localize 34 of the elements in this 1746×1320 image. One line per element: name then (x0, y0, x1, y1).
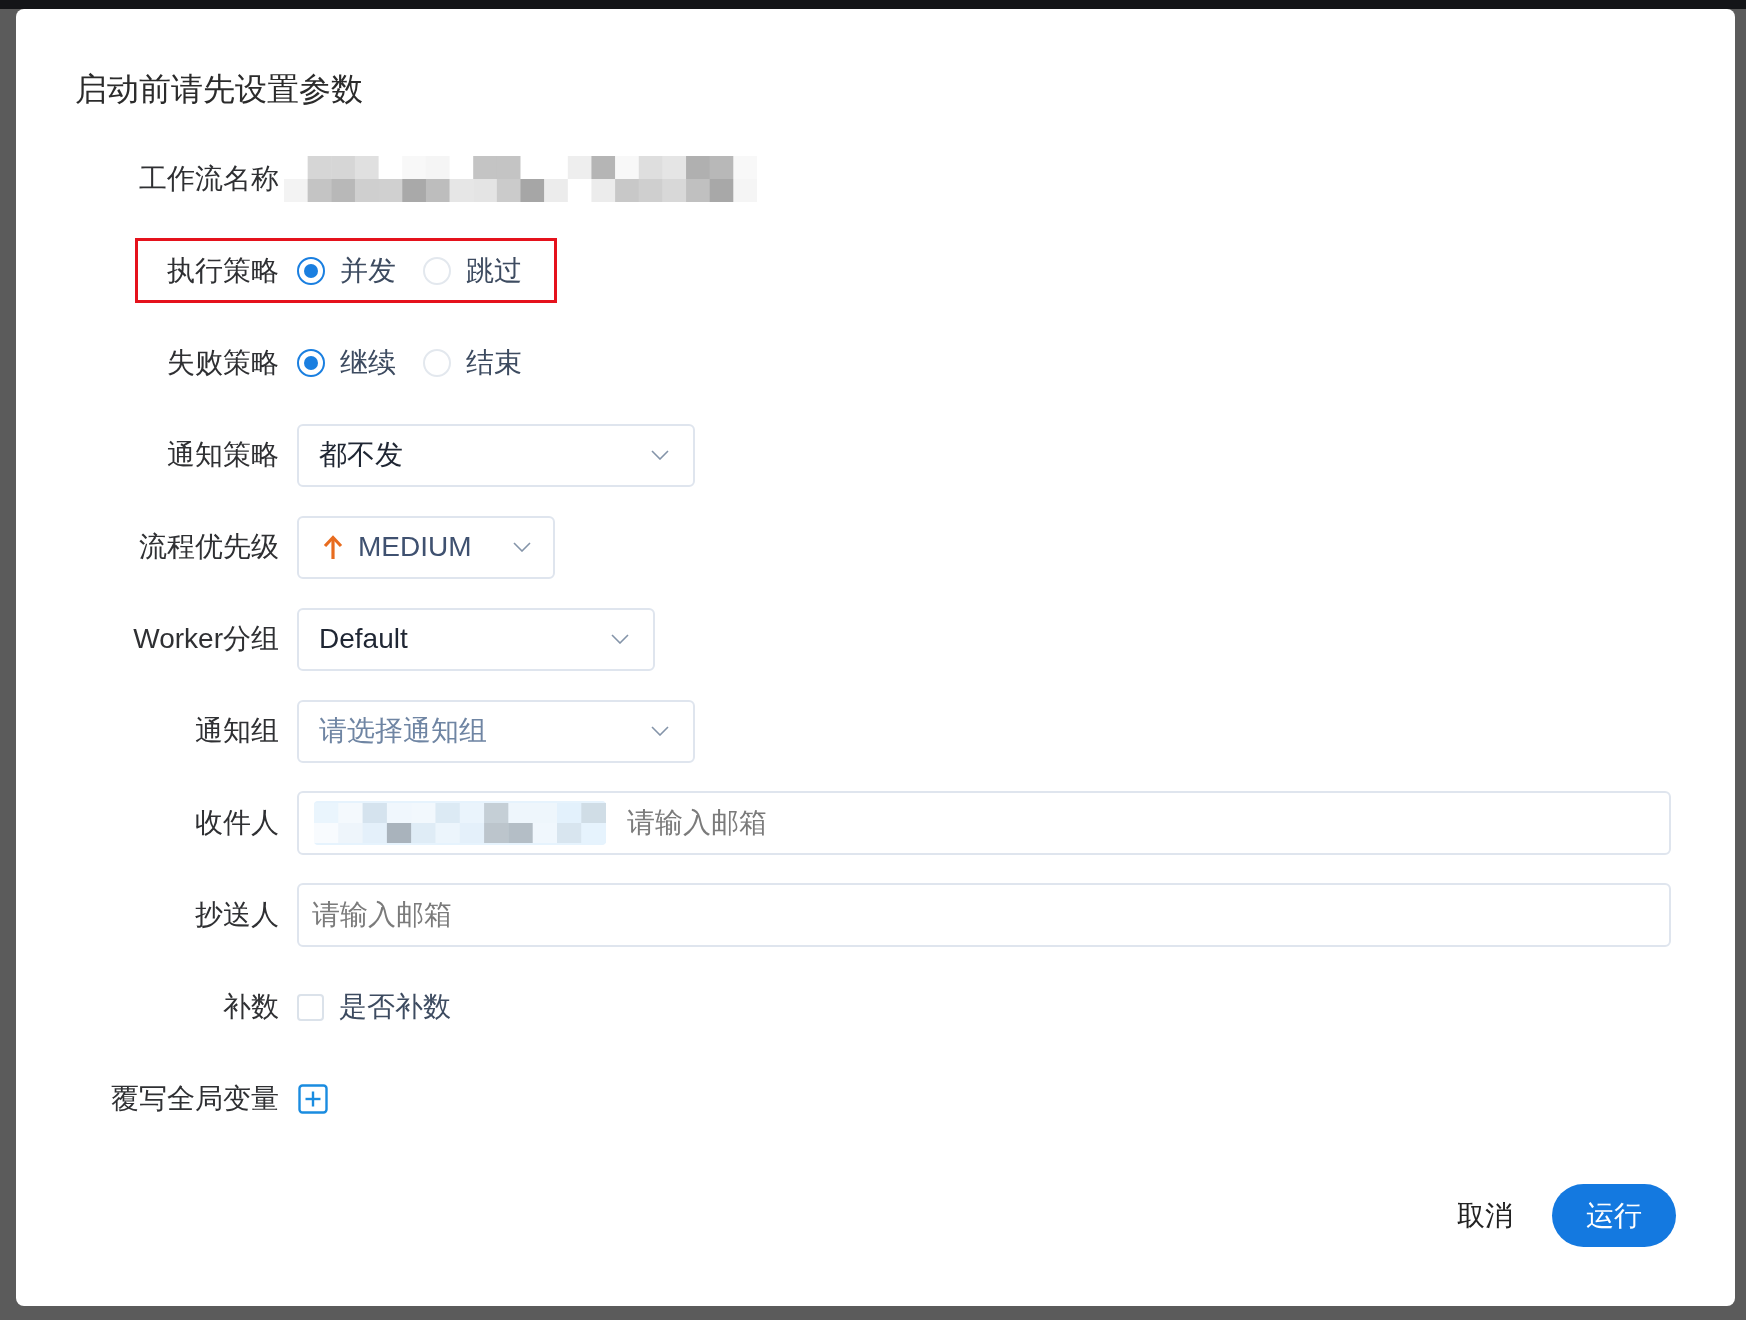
field-label: 收件人 (195, 806, 279, 840)
checkbox[interactable] (297, 993, 324, 1021)
run-button[interactable]: 运行 (1552, 1184, 1676, 1247)
chevron-down-icon (611, 634, 629, 644)
arrow-up-icon (323, 535, 343, 559)
field-label: 执行策略 (167, 254, 279, 288)
option-label: 结束 (466, 346, 522, 380)
option-label: 继续 (340, 346, 396, 380)
plus-square-icon (298, 1084, 328, 1114)
checkbox-label: 是否补数 (339, 990, 451, 1024)
field-label: 覆写全局变量 (111, 1082, 279, 1116)
chevron-down-icon (513, 542, 531, 552)
dialog-title: 启动前请先设置参数 (75, 70, 363, 109)
field-label: 通知组 (195, 714, 279, 748)
field-label: 通知策略 (167, 438, 279, 472)
field-label: 工作流名称 (139, 162, 279, 196)
select-field[interactable]: 都不发 (297, 423, 695, 487)
option-label: 并发 (340, 254, 396, 288)
add-variable-button[interactable] (298, 1084, 328, 1114)
field-label: 抄送人 (195, 898, 279, 932)
field-label: Worker分组 (133, 622, 279, 656)
radio-button[interactable] (297, 349, 325, 377)
field-label: 补数 (223, 990, 279, 1024)
radio-button[interactable] (297, 257, 325, 285)
chevron-down-icon (651, 450, 669, 460)
email-input-field[interactable]: 请输入邮箱 (297, 883, 1671, 947)
cancel-button[interactable]: 取消 (1437, 1184, 1533, 1247)
field-label: 流程优先级 (139, 530, 279, 564)
field-label: 失败策略 (167, 346, 279, 380)
select-field[interactable]: 请选择通知组 (297, 699, 695, 763)
priority-select[interactable]: MEDIUM (297, 515, 555, 579)
select-field[interactable]: Default (297, 607, 655, 671)
option-label: 跳过 (466, 254, 522, 288)
chevron-down-icon (651, 726, 669, 736)
